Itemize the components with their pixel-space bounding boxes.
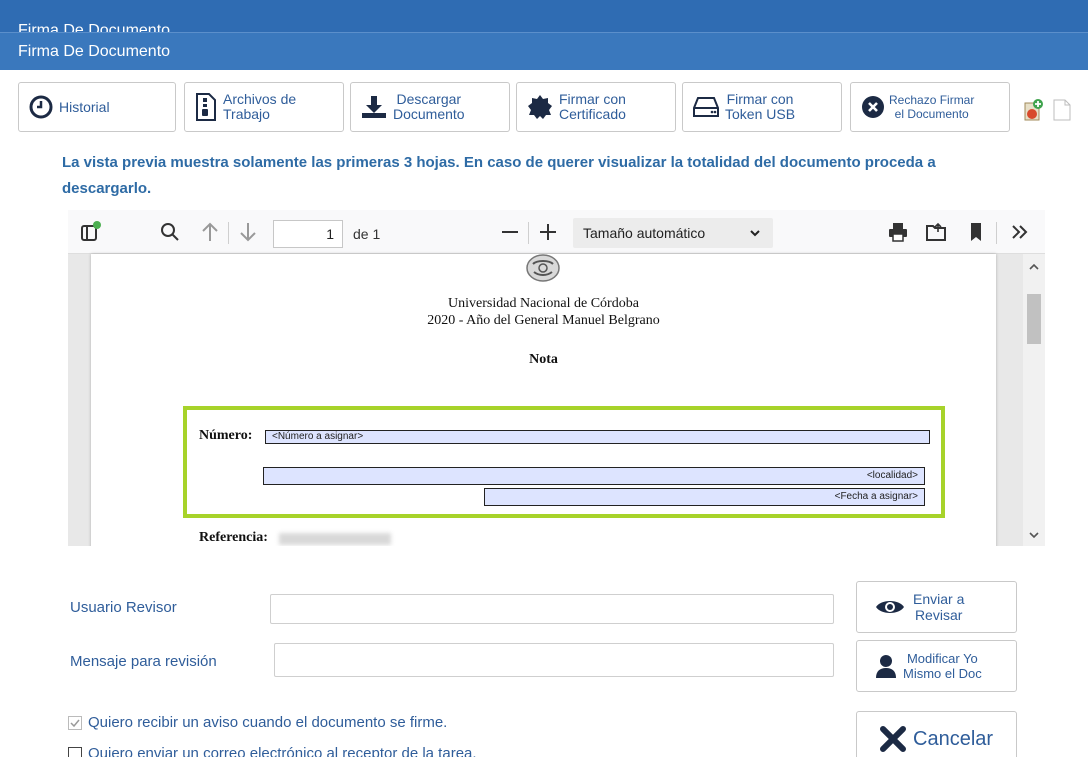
- firmar-cert-label-line2: Certificado: [559, 106, 626, 122]
- modificar-label-line2: Mismo el Doc: [903, 666, 982, 681]
- enviar-label-line2: Revisar: [914, 607, 963, 623]
- clock-icon: [29, 95, 53, 119]
- cancelar-label: Cancelar: [913, 728, 994, 750]
- firmar-token-label-line1: Firmar con: [726, 91, 794, 107]
- viewer-scrollbar[interactable]: [1023, 254, 1045, 546]
- rechazo-firmar-button[interactable]: Rechazo Firmar el Documento: [850, 82, 1010, 132]
- pdf-viewer-toolbar: de 1 Tamaño automático: [68, 210, 1045, 254]
- referencia-label: Referencia:: [199, 530, 268, 545]
- preview-notice: La vista previa muestra solamente las pr…: [62, 154, 936, 197]
- open-file-icon[interactable]: [924, 220, 948, 244]
- scroll-up-icon[interactable]: [1027, 260, 1041, 274]
- fecha-field: <Fecha a asignar>: [484, 488, 925, 506]
- zoom-in-icon[interactable]: [536, 220, 560, 244]
- double-chevron-right-icon[interactable]: [1008, 220, 1032, 244]
- toolbar-divider: [528, 222, 529, 244]
- zip-file-icon: [195, 93, 217, 121]
- university-seal-icon: [525, 254, 561, 284]
- close-circle-icon: [861, 95, 885, 119]
- blank-page-icon[interactable]: [1052, 98, 1072, 122]
- document-heading: Nota: [529, 352, 558, 367]
- bookmark-icon[interactable]: [964, 220, 988, 244]
- background-window-title-bar: Firma De Documento: [0, 0, 1088, 32]
- numero-label: Número:: [199, 428, 253, 443]
- correo-checkbox[interactable]: [68, 746, 82, 757]
- modificar-yo-mismo-button[interactable]: Modificar Yo Mismo el Doc: [856, 640, 1017, 692]
- firmar-token-label-line2: Token USB: [725, 106, 796, 122]
- usb-drive-icon: [693, 96, 719, 118]
- search-icon[interactable]: [158, 220, 182, 244]
- enviar-revisar-button[interactable]: Enviar a Revisar: [856, 581, 1017, 633]
- descargar-label-line2: Documento: [393, 106, 465, 122]
- dialog-title: Firma De Documento: [18, 43, 171, 60]
- historial-button[interactable]: Historial: [18, 82, 176, 132]
- zoom-select[interactable]: Tamaño automático: [573, 218, 773, 248]
- page-count-label: de 1: [353, 226, 381, 242]
- rechazo-label-line1: Rechazo Firmar: [889, 93, 975, 107]
- page-number-input[interactable]: [273, 220, 343, 248]
- sidebar-toggle-icon[interactable]: [78, 220, 102, 244]
- localidad-field: <localidad>: [263, 467, 925, 485]
- year-line: 2020 - Año del General Manuel Belgrano: [427, 313, 660, 328]
- rechazo-label-line2: el Documento: [894, 107, 969, 121]
- toolbar-divider: [996, 222, 997, 244]
- modificar-label-line1: Modificar Yo: [906, 651, 978, 666]
- arrow-down-icon[interactable]: [236, 220, 260, 244]
- university-name: Universidad Nacional de Córdoba: [448, 296, 639, 311]
- add-document-icon[interactable]: [1022, 98, 1046, 122]
- descargar-label-line1: Descargar: [396, 91, 462, 107]
- zoom-out-icon[interactable]: [498, 220, 522, 244]
- user-icon: [875, 654, 897, 678]
- redacted-text: [279, 533, 391, 545]
- mensaje-revision-input[interactable]: [274, 643, 834, 677]
- chevron-down-icon: [749, 224, 761, 245]
- document-page: Universidad Nacional de Córdoba 2020 - A…: [91, 254, 996, 546]
- print-icon[interactable]: [886, 220, 910, 244]
- historial-label: Historial: [59, 98, 110, 115]
- numero-field: <Número a asignar>: [265, 430, 930, 444]
- scroll-down-icon[interactable]: [1027, 528, 1041, 542]
- close-x-icon: [879, 725, 907, 753]
- aviso-checkbox-row[interactable]: Quiero recibir un aviso cuando el docume…: [68, 714, 447, 731]
- toolbar-divider: [228, 222, 229, 244]
- descargar-documento-button[interactable]: Descargar Documento: [350, 82, 510, 132]
- enviar-label-line1: Enviar a: [913, 591, 965, 607]
- eye-icon: [875, 597, 905, 617]
- usuario-revisor-input[interactable]: [270, 594, 834, 624]
- cancelar-button[interactable]: Cancelar: [856, 711, 1017, 757]
- archivos-trabajo-button[interactable]: Archivos de Trabajo: [184, 82, 344, 132]
- dialog-title-bar: Firma De Documento: [0, 32, 1088, 70]
- firmar-certificado-button[interactable]: Firmar con Certificado: [516, 82, 676, 132]
- correo-checkbox-label: Quiero enviar un correo electrónico al r…: [88, 745, 477, 757]
- pdf-viewer: de 1 Tamaño automático: [68, 210, 1045, 546]
- arrow-up-icon[interactable]: [198, 220, 222, 244]
- firmar-cert-label-line1: Firmar con: [559, 91, 626, 107]
- archivos-label-line1: Archivos de: [223, 91, 297, 107]
- usuario-revisor-label: Usuario Revisor: [70, 599, 177, 616]
- archivos-label-line2: Trabajo: [223, 106, 270, 122]
- mensaje-revision-label: Mensaje para revisión: [70, 653, 217, 670]
- firmar-token-usb-button[interactable]: Firmar con Token USB: [682, 82, 842, 132]
- background-window-title: Firma De Documento: [18, 22, 171, 32]
- aviso-checkbox[interactable]: [68, 715, 82, 730]
- correo-checkbox-row[interactable]: Quiero enviar un correo electrónico al r…: [68, 745, 477, 757]
- scrollbar-thumb[interactable]: [1027, 294, 1041, 344]
- aviso-checkbox-label: Quiero recibir un aviso cuando el docume…: [88, 714, 448, 731]
- zoom-select-value: Tamaño automático: [583, 225, 706, 241]
- certificate-seal-icon: [527, 94, 553, 120]
- download-icon: [361, 95, 387, 119]
